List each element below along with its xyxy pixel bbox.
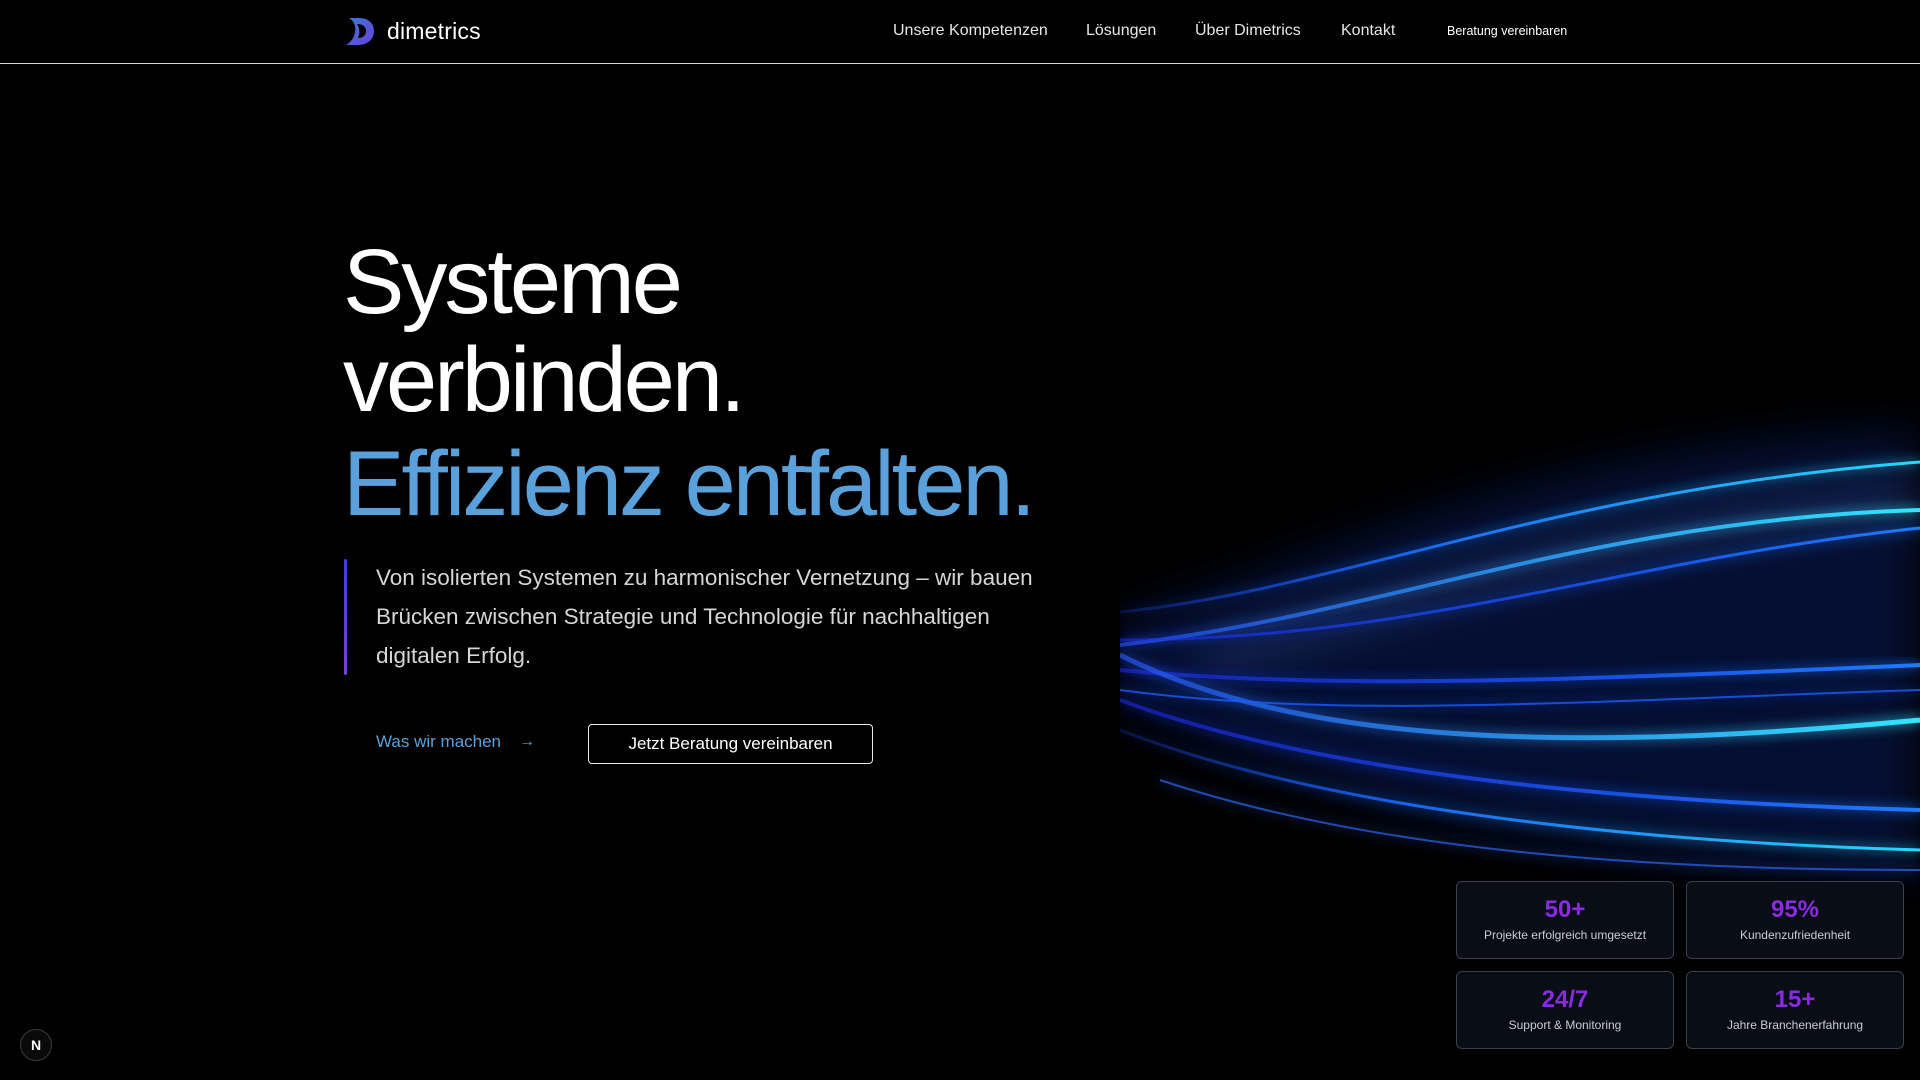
top-navigation-bar: dimetrics Unsere Kompetenzen Lösungen Üb… [0,0,1920,64]
nav-item-kontakt[interactable]: Kontakt [1341,22,1395,40]
stat-value: 24/7 [1541,986,1589,1013]
stat-card-satisfaction: 95% Kundenzufriedenheit [1686,881,1904,959]
stat-label: Support & Monitoring [1508,1018,1622,1032]
hero-title-line-2: verbinden. [343,329,746,431]
nav-item-ueber-dimetrics[interactable]: Über Dimetrics [1195,22,1301,40]
what-we-do-label: Was wir machen [376,732,502,751]
hero-title-line-1: Systeme [343,231,683,333]
nav-item-loesungen[interactable]: Lösungen [1086,22,1156,40]
hero-lead-text: Von isolierten Systemen zu harmonischer … [376,565,1033,668]
stat-card-projects: 50+ Projekte erfolgreich umgesetzt [1456,881,1674,959]
stat-card-support: 24/7 Support & Monitoring [1456,971,1674,1049]
stat-label: Kundenzufriedenheit [1739,928,1851,942]
arrow-right-icon: → [519,733,536,750]
dev-tools-badge[interactable]: N [20,1029,52,1061]
stat-label: Jahre Branchenerfahrung [1726,1018,1864,1032]
brand-name: dimetrics [387,17,481,44]
hero-title-line-3: Effizienz entfalten. [343,433,1036,535]
stat-label: Projekte erfolgreich umgesetzt [1483,928,1647,942]
dimetrics-logo-icon [346,18,374,45]
nav-item-kompetenzen[interactable]: Unsere Kompetenzen [893,22,1048,40]
stat-card-experience: 15+ Jahre Branchenerfahrung [1686,971,1904,1049]
light-waves-graphic [1120,430,1920,880]
what-we-do-link[interactable]: Was wir machen → [376,732,535,752]
stat-value: 95% [1770,896,1820,923]
header-cta-link[interactable]: Beratung vereinbaren [1447,24,1567,38]
book-consultation-button[interactable]: Jetzt Beratung vereinbaren [588,724,873,764]
lead-accent-bar [344,559,347,675]
stat-value: 15+ [1774,986,1816,1013]
stat-value: 50+ [1544,896,1586,923]
brand-logo[interactable]: dimetrics [343,14,481,48]
